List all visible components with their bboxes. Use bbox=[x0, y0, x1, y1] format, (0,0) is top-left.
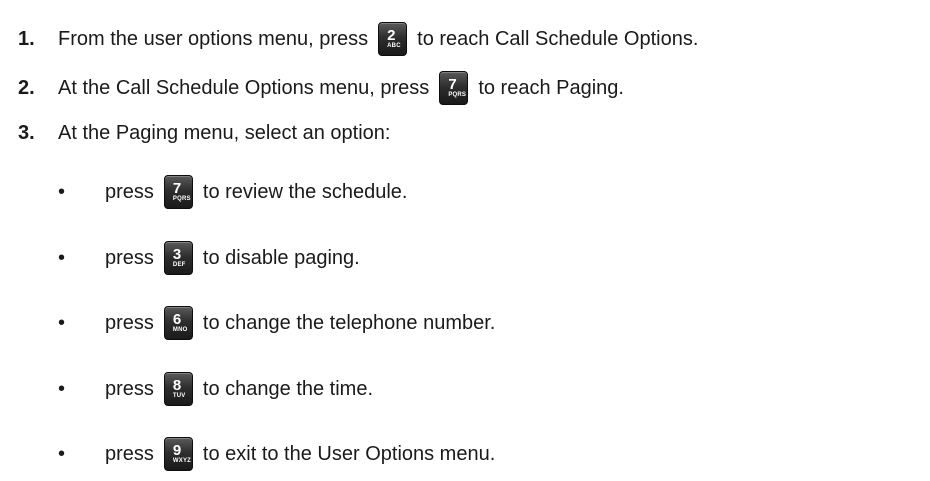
option-text-after: to disable paging. bbox=[202, 247, 360, 269]
step-2: 2. At the Call Schedule Options menu, pr… bbox=[18, 71, 624, 105]
option-text: press bbox=[105, 443, 154, 465]
keypad-3-icon: 3 DEF bbox=[163, 241, 193, 275]
step-3: 3. At the Paging menu, select an option: bbox=[18, 121, 390, 145]
step-1: 1. From the user options menu, press 2 A… bbox=[18, 22, 698, 56]
step-number: 1. bbox=[18, 28, 35, 50]
option-text: press bbox=[105, 181, 154, 203]
step-text: At the Call Schedule Options menu, press bbox=[58, 77, 430, 99]
step-text-after: to reach Paging. bbox=[478, 77, 624, 99]
option-text-after: to exit to the User Options menu. bbox=[202, 443, 496, 465]
keypad-7-icon: 7 PQRS bbox=[163, 175, 193, 209]
step-text: At the Paging menu, select an option: bbox=[58, 122, 391, 144]
keypad-9-icon: 9 WXYZ bbox=[163, 437, 193, 471]
bullet: • bbox=[58, 378, 66, 400]
keypad-6-icon: 6 MNO bbox=[163, 306, 193, 340]
step-number: 2. bbox=[18, 77, 35, 99]
step-number: 3. bbox=[18, 122, 35, 144]
bullet: • bbox=[58, 181, 66, 203]
option-text-after: to change the telephone number. bbox=[202, 312, 496, 334]
option-exit: • press 9 WXYZ to exit to the User Optio… bbox=[58, 437, 495, 471]
option-review-schedule: • press 7 PQRS to review the schedule. bbox=[58, 175, 407, 209]
step-text: From the user options menu, press bbox=[58, 28, 369, 50]
keypad-2-icon: 2 ABC bbox=[378, 22, 408, 56]
option-change-telephone: • press 6 MNO to change the telephone nu… bbox=[58, 306, 495, 340]
keypad-7-icon: 7 PQRS bbox=[439, 71, 469, 105]
option-disable-paging: • press 3 DEF to disable paging. bbox=[58, 241, 360, 275]
step-text-after: to reach Call Schedule Options. bbox=[417, 28, 699, 50]
option-text: press bbox=[105, 247, 154, 269]
keypad-8-icon: 8 TUV bbox=[163, 372, 193, 406]
option-text: press bbox=[105, 378, 154, 400]
option-text: press bbox=[105, 312, 154, 334]
option-change-time: • press 8 TUV to change the time. bbox=[58, 372, 373, 406]
bullet: • bbox=[58, 312, 66, 334]
option-text-after: to review the schedule. bbox=[202, 181, 408, 203]
bullet: • bbox=[58, 247, 66, 269]
option-text-after: to change the time. bbox=[202, 378, 374, 400]
bullet: • bbox=[58, 443, 66, 465]
